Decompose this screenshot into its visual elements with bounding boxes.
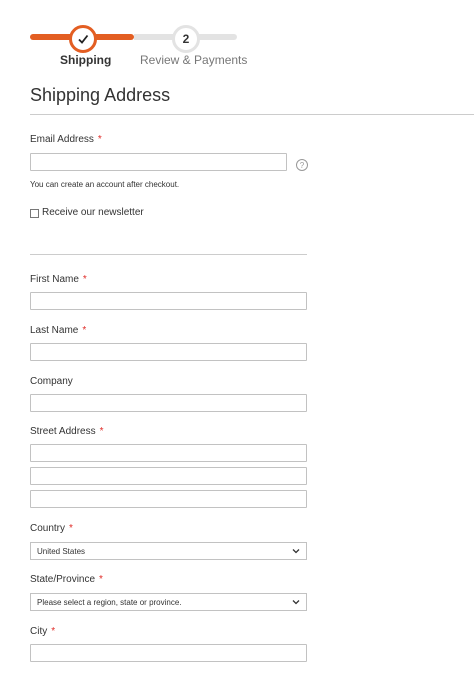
- street-line-2-field[interactable]: [30, 467, 307, 485]
- company-label: Company: [30, 376, 73, 387]
- page-title: Shipping Address: [30, 85, 171, 105]
- last-name-field[interactable]: [30, 343, 307, 361]
- step-shipping-label: Shipping: [60, 53, 112, 67]
- newsletter-label[interactable]: Receive our newsletter: [42, 207, 144, 218]
- country-label: Country *: [30, 523, 73, 534]
- chevron-down-icon: [292, 549, 300, 554]
- email-field[interactable]: [30, 153, 287, 171]
- first-name-label: First Name *: [30, 274, 87, 285]
- email-label: Email Address *: [30, 134, 102, 145]
- email-note: You can create an account after checkout…: [30, 180, 180, 189]
- street-line-3-field[interactable]: [30, 490, 307, 508]
- street-address-label: Street Address *: [30, 426, 104, 437]
- required-marker: *: [97, 134, 102, 145]
- city-field[interactable]: [30, 644, 307, 662]
- checkmark-icon: [78, 34, 89, 44]
- state-selected-value: Please select a region, state or provinc…: [37, 597, 182, 607]
- state-select[interactable]: Please select a region, state or provinc…: [30, 593, 307, 611]
- city-label: City *: [30, 626, 56, 637]
- section-divider: [30, 254, 307, 255]
- step-review-indicator: 2: [172, 25, 200, 53]
- required-marker: *: [51, 626, 56, 637]
- required-marker: *: [82, 325, 87, 336]
- last-name-label: Last Name *: [30, 325, 87, 336]
- step-number: 2: [182, 32, 190, 46]
- first-name-field[interactable]: [30, 292, 307, 310]
- street-line-1-field[interactable]: [30, 444, 307, 462]
- step-shipping-indicator: [69, 25, 97, 53]
- step-review-label[interactable]: Review & Payments: [140, 53, 247, 67]
- required-marker: *: [82, 274, 87, 285]
- country-selected-value: United States: [37, 546, 86, 556]
- help-icon[interactable]: ?: [296, 159, 308, 171]
- required-marker: *: [99, 574, 103, 585]
- newsletter-checkbox[interactable]: [30, 209, 39, 218]
- country-select[interactable]: United States: [30, 542, 307, 560]
- state-label: State/Province *: [30, 574, 103, 585]
- required-marker: *: [69, 523, 73, 534]
- required-marker: *: [99, 426, 104, 437]
- company-field[interactable]: [30, 394, 307, 412]
- title-divider: [30, 114, 474, 115]
- chevron-down-icon: [292, 600, 300, 605]
